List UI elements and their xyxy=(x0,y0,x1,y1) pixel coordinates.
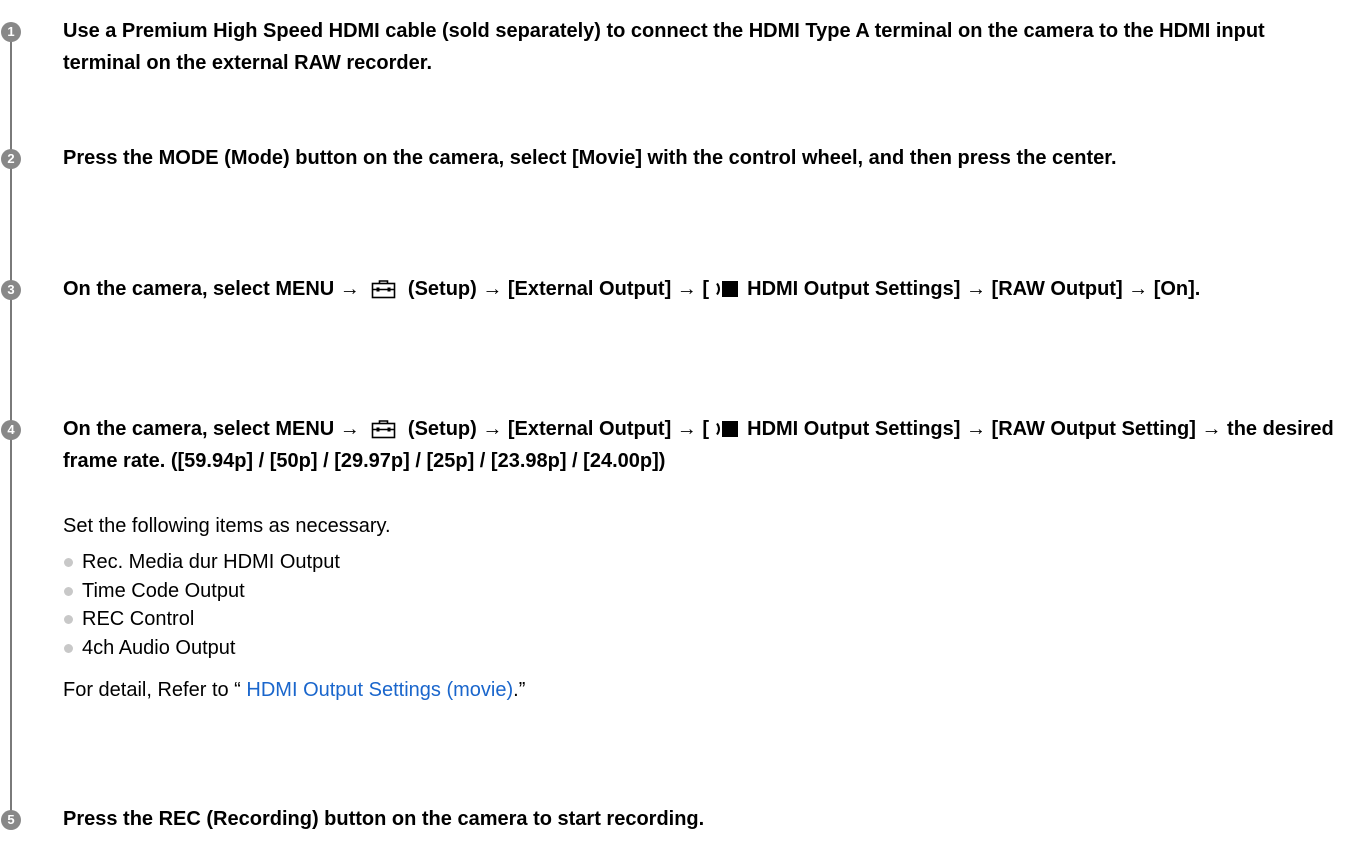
movie-mode-icon xyxy=(715,281,738,297)
list-item-label: Time Code Output xyxy=(82,579,245,602)
step-text-part: (Setup) → [External Output] → [ xyxy=(407,418,709,440)
step-text-part: On the camera, select MENU → xyxy=(63,418,360,440)
step-text: Press the REC (Recording) button on the … xyxy=(63,808,705,830)
settings-list: Rec. Media dur HDMI Output Time Code Out… xyxy=(63,548,340,662)
step-text: On the camera, select MENU → (Setup) → [… xyxy=(63,413,1343,477)
detail-suffix: .” xyxy=(513,679,526,701)
bullet-dot-icon xyxy=(64,586,73,596)
list-item-label: REC Control xyxy=(82,608,195,630)
list-item: Time Code Output xyxy=(63,577,340,606)
step-text: Use a Premium High Speed HDMI cable (sol… xyxy=(63,20,1265,74)
list-item-label: 4ch Audio Output xyxy=(82,636,236,659)
hdmi-output-settings-link[interactable]: HDMI Output Settings (movie) xyxy=(246,679,513,701)
detail-reference: For detail, Refer to “ HDMI Output Setti… xyxy=(63,676,525,704)
list-item: 4ch Audio Output xyxy=(63,634,340,663)
movie-mode-icon xyxy=(715,421,738,437)
step-text: On the camera, select MENU → (Setup) → [… xyxy=(63,273,1343,305)
step-number: 1 xyxy=(1,22,21,42)
step-text-part: HDMI Output Settings] → [RAW Output] → [… xyxy=(747,278,1201,300)
procedure-steps: 1 Use a Premium High Speed HDMI cable (s… xyxy=(0,0,1356,850)
list-item-label: Rec. Media dur HDMI Output xyxy=(82,551,340,573)
toolbox-setup-icon xyxy=(372,420,396,439)
list-item: Rec. Media dur HDMI Output xyxy=(63,548,340,577)
step-number: 2 xyxy=(1,149,21,169)
bullet-dot-icon xyxy=(64,643,73,653)
toolbox-setup-icon xyxy=(372,280,396,299)
step-number: 4 xyxy=(1,420,21,440)
detail-prefix: For detail, Refer to “ xyxy=(63,679,247,701)
step-text-part: On the camera, select MENU → xyxy=(63,278,360,300)
step-text-part: (Setup) → [External Output] → [ xyxy=(407,278,709,300)
step-note: Set the following items as necessary. xyxy=(63,515,391,537)
list-item: REC Control xyxy=(63,605,340,634)
bullet-dot-icon xyxy=(64,558,73,567)
step-number: 5 xyxy=(1,810,21,830)
bullet-dot-icon xyxy=(64,615,73,624)
step-number: 3 xyxy=(1,280,21,300)
step-text: Press the MODE (Mode) button on the came… xyxy=(63,147,1117,169)
